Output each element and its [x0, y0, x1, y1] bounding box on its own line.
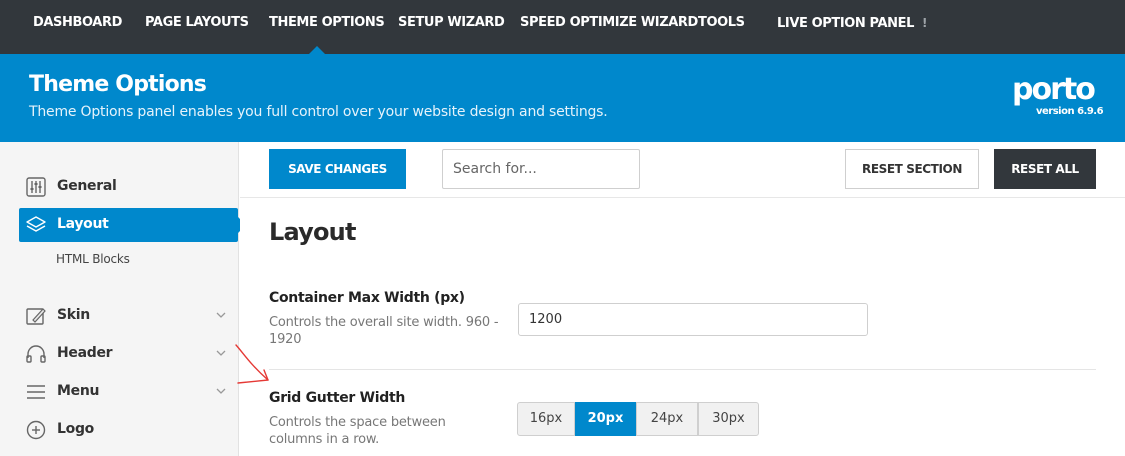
gutter-option-30px[interactable]: 30px: [698, 402, 759, 436]
field-description-grid-gutter: Controls the space between columns in a …: [269, 415, 446, 447]
nav-speed-optimize-wizard[interactable]: SPEED OPTIMIZE WIZARD: [520, 0, 698, 46]
top-navigation: DASHBOARD PAGE LAYOUTS THEME OPTIONS SET…: [0, 0, 1125, 54]
reset-section-button[interactable]: RESET SECTION: [845, 149, 979, 189]
save-changes-button[interactable]: SAVE CHANGES: [269, 149, 406, 189]
sidebar-item-label: Header: [57, 345, 113, 361]
nav-dashboard[interactable]: DASHBOARD: [33, 0, 122, 46]
sidebar-item-skin[interactable]: Skin: [19, 299, 238, 333]
sliders-icon: [26, 177, 46, 197]
nav-live-option-panel[interactable]: LIVE OPTION PANEL!: [777, 0, 927, 46]
nav-live-option-panel-label: LIVE OPTION PANEL: [777, 16, 914, 31]
sidebar-item-logo[interactable]: Logo: [19, 413, 238, 447]
nav-theme-options[interactable]: THEME OPTIONS: [269, 0, 385, 46]
nav-setup-wizard[interactable]: SETUP WIZARD: [398, 0, 505, 46]
chevron-down-icon: [216, 388, 226, 394]
sidebar-item-label: Layout: [57, 216, 109, 232]
nav-page-layouts[interactable]: PAGE LAYOUTS: [145, 0, 249, 46]
live-panel-badge: !: [921, 16, 928, 30]
nav-tools[interactable]: TOOLS: [698, 0, 745, 46]
page-title: Theme Options: [29, 72, 207, 97]
field-title-grid-gutter: Grid Gutter Width: [269, 390, 406, 406]
page-header: Theme Options Theme Options panel enable…: [0, 54, 1125, 142]
page-subtitle: Theme Options panel enables you full con…: [29, 104, 608, 120]
gutter-option-24px[interactable]: 24px: [636, 402, 698, 436]
sidebar-item-menu[interactable]: Menu: [19, 375, 238, 409]
sidebar-item-header[interactable]: Header: [19, 337, 238, 371]
gutter-option-20px[interactable]: 20px: [575, 402, 636, 436]
sidebar-subitem-html-blocks[interactable]: HTML Blocks: [56, 252, 130, 266]
version-label: version 6.9.6: [1036, 106, 1104, 117]
sidebar-item-layout[interactable]: Layout: [19, 208, 246, 242]
paint-icon: [26, 308, 46, 325]
menu-icon: [27, 385, 45, 399]
divider: [269, 369, 1096, 370]
sidebar-item-label: Skin: [57, 307, 90, 323]
container-max-width-input[interactable]: [518, 303, 868, 336]
sidebar: General Layout HTML Blocks Skin Header M…: [0, 142, 246, 456]
sidebar-item-general[interactable]: General: [19, 170, 238, 204]
active-nav-indicator: [309, 46, 325, 54]
field-title-container-width: Container Max Width (px): [269, 290, 465, 306]
porto-logo: porto: [1012, 72, 1096, 107]
reset-all-button[interactable]: RESET ALL: [994, 149, 1096, 189]
search-input[interactable]: [442, 149, 640, 189]
sidebar-item-label: General: [57, 178, 117, 194]
main-content: SAVE CHANGES RESET SECTION RESET ALL Lay…: [240, 142, 1125, 456]
plus-circle-icon: [26, 420, 46, 440]
chevron-down-icon: [216, 312, 226, 318]
sidebar-item-label: Menu: [57, 383, 100, 399]
gutter-option-16px[interactable]: 16px: [517, 402, 575, 436]
sidebar-item-label: Logo: [57, 421, 94, 437]
annotation-arrow-icon: [235, 344, 269, 384]
layers-icon: [26, 216, 46, 232]
field-description-container-width: Controls the overall site width. 960 - 1…: [269, 315, 499, 347]
section-title: Layout: [269, 218, 356, 246]
headphones-icon: [26, 345, 46, 363]
chevron-down-icon: [216, 350, 226, 356]
toolbar: SAVE CHANGES RESET SECTION RESET ALL: [240, 142, 1125, 198]
